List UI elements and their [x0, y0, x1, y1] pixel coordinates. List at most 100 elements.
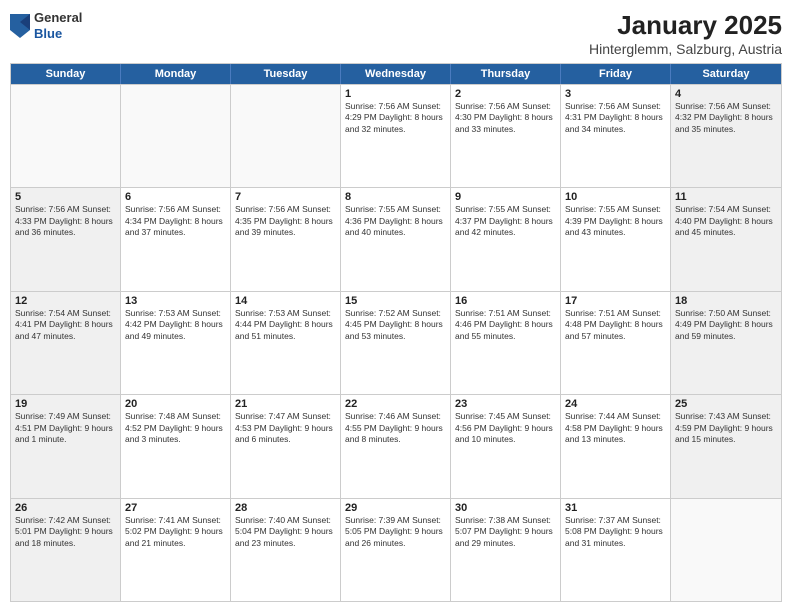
calendar-cell: 5Sunrise: 7:56 AM Sunset: 4:33 PM Daylig… — [11, 188, 121, 290]
day-info: Sunrise: 7:41 AM Sunset: 5:02 PM Dayligh… — [125, 515, 226, 549]
calendar-cell: 25Sunrise: 7:43 AM Sunset: 4:59 PM Dayli… — [671, 395, 781, 497]
logo-text: General Blue — [34, 10, 82, 41]
calendar-cell: 1Sunrise: 7:56 AM Sunset: 4:29 PM Daylig… — [341, 85, 451, 187]
day-number: 15 — [345, 295, 446, 307]
day-number: 11 — [675, 191, 777, 203]
calendar-cell: 14Sunrise: 7:53 AM Sunset: 4:44 PM Dayli… — [231, 292, 341, 394]
day-number: 8 — [345, 191, 446, 203]
header: General Blue January 2025 Hinterglemm, S… — [10, 10, 782, 57]
day-number: 31 — [565, 502, 666, 514]
logo: General Blue — [10, 10, 82, 41]
title-block: January 2025 Hinterglemm, Salzburg, Aust… — [589, 10, 782, 57]
calendar-cell: 9Sunrise: 7:55 AM Sunset: 4:37 PM Daylig… — [451, 188, 561, 290]
day-info: Sunrise: 7:49 AM Sunset: 4:51 PM Dayligh… — [15, 411, 116, 445]
day-number: 2 — [455, 88, 556, 100]
calendar-subtitle: Hinterglemm, Salzburg, Austria — [589, 41, 782, 57]
day-info: Sunrise: 7:37 AM Sunset: 5:08 PM Dayligh… — [565, 515, 666, 549]
calendar-cell: 22Sunrise: 7:46 AM Sunset: 4:55 PM Dayli… — [341, 395, 451, 497]
day-info: Sunrise: 7:50 AM Sunset: 4:49 PM Dayligh… — [675, 308, 777, 342]
day-number: 16 — [455, 295, 556, 307]
day-info: Sunrise: 7:56 AM Sunset: 4:34 PM Dayligh… — [125, 204, 226, 238]
day-number: 19 — [15, 398, 116, 410]
calendar-cell — [121, 85, 231, 187]
day-info: Sunrise: 7:54 AM Sunset: 4:41 PM Dayligh… — [15, 308, 116, 342]
calendar-cell: 11Sunrise: 7:54 AM Sunset: 4:40 PM Dayli… — [671, 188, 781, 290]
day-number: 13 — [125, 295, 226, 307]
logo-icon — [10, 14, 30, 38]
day-number: 18 — [675, 295, 777, 307]
day-info: Sunrise: 7:55 AM Sunset: 4:39 PM Dayligh… — [565, 204, 666, 238]
calendar-cell: 16Sunrise: 7:51 AM Sunset: 4:46 PM Dayli… — [451, 292, 561, 394]
day-number: 23 — [455, 398, 556, 410]
calendar-header-monday: Monday — [121, 64, 231, 84]
day-info: Sunrise: 7:45 AM Sunset: 4:56 PM Dayligh… — [455, 411, 556, 445]
calendar-week-2: 5Sunrise: 7:56 AM Sunset: 4:33 PM Daylig… — [11, 187, 781, 290]
calendar-header-sunday: Sunday — [11, 64, 121, 84]
day-number: 25 — [675, 398, 777, 410]
calendar-cell — [11, 85, 121, 187]
calendar-header-thursday: Thursday — [451, 64, 561, 84]
calendar-cell: 27Sunrise: 7:41 AM Sunset: 5:02 PM Dayli… — [121, 499, 231, 601]
day-info: Sunrise: 7:56 AM Sunset: 4:32 PM Dayligh… — [675, 101, 777, 135]
calendar-week-3: 12Sunrise: 7:54 AM Sunset: 4:41 PM Dayli… — [11, 291, 781, 394]
day-number: 24 — [565, 398, 666, 410]
day-number: 17 — [565, 295, 666, 307]
day-number: 12 — [15, 295, 116, 307]
day-number: 28 — [235, 502, 336, 514]
calendar-cell: 26Sunrise: 7:42 AM Sunset: 5:01 PM Dayli… — [11, 499, 121, 601]
day-info: Sunrise: 7:39 AM Sunset: 5:05 PM Dayligh… — [345, 515, 446, 549]
day-number: 29 — [345, 502, 446, 514]
day-info: Sunrise: 7:47 AM Sunset: 4:53 PM Dayligh… — [235, 411, 336, 445]
calendar-cell — [671, 499, 781, 601]
calendar-week-5: 26Sunrise: 7:42 AM Sunset: 5:01 PM Dayli… — [11, 498, 781, 601]
day-info: Sunrise: 7:56 AM Sunset: 4:31 PM Dayligh… — [565, 101, 666, 135]
calendar-cell: 24Sunrise: 7:44 AM Sunset: 4:58 PM Dayli… — [561, 395, 671, 497]
calendar-week-4: 19Sunrise: 7:49 AM Sunset: 4:51 PM Dayli… — [11, 394, 781, 497]
logo-general-text: General — [34, 10, 82, 26]
day-number: 6 — [125, 191, 226, 203]
day-number: 1 — [345, 88, 446, 100]
calendar-cell: 6Sunrise: 7:56 AM Sunset: 4:34 PM Daylig… — [121, 188, 231, 290]
calendar-cell: 19Sunrise: 7:49 AM Sunset: 4:51 PM Dayli… — [11, 395, 121, 497]
calendar-cell: 28Sunrise: 7:40 AM Sunset: 5:04 PM Dayli… — [231, 499, 341, 601]
day-info: Sunrise: 7:46 AM Sunset: 4:55 PM Dayligh… — [345, 411, 446, 445]
calendar: SundayMondayTuesdayWednesdayThursdayFrid… — [10, 63, 782, 602]
day-info: Sunrise: 7:55 AM Sunset: 4:37 PM Dayligh… — [455, 204, 556, 238]
calendar-cell: 7Sunrise: 7:56 AM Sunset: 4:35 PM Daylig… — [231, 188, 341, 290]
day-number: 30 — [455, 502, 556, 514]
logo-blue-text: Blue — [34, 26, 82, 42]
calendar-week-1: 1Sunrise: 7:56 AM Sunset: 4:29 PM Daylig… — [11, 84, 781, 187]
calendar-cell: 4Sunrise: 7:56 AM Sunset: 4:32 PM Daylig… — [671, 85, 781, 187]
day-number: 27 — [125, 502, 226, 514]
calendar-cell: 8Sunrise: 7:55 AM Sunset: 4:36 PM Daylig… — [341, 188, 451, 290]
day-info: Sunrise: 7:56 AM Sunset: 4:30 PM Dayligh… — [455, 101, 556, 135]
day-info: Sunrise: 7:54 AM Sunset: 4:40 PM Dayligh… — [675, 204, 777, 238]
calendar-cell: 10Sunrise: 7:55 AM Sunset: 4:39 PM Dayli… — [561, 188, 671, 290]
calendar-body: 1Sunrise: 7:56 AM Sunset: 4:29 PM Daylig… — [11, 84, 781, 601]
day-info: Sunrise: 7:52 AM Sunset: 4:45 PM Dayligh… — [345, 308, 446, 342]
day-number: 3 — [565, 88, 666, 100]
day-info: Sunrise: 7:44 AM Sunset: 4:58 PM Dayligh… — [565, 411, 666, 445]
day-number: 9 — [455, 191, 556, 203]
calendar-cell: 18Sunrise: 7:50 AM Sunset: 4:49 PM Dayli… — [671, 292, 781, 394]
calendar-cell: 13Sunrise: 7:53 AM Sunset: 4:42 PM Dayli… — [121, 292, 231, 394]
day-info: Sunrise: 7:56 AM Sunset: 4:35 PM Dayligh… — [235, 204, 336, 238]
calendar-cell: 23Sunrise: 7:45 AM Sunset: 4:56 PM Dayli… — [451, 395, 561, 497]
calendar-cell: 29Sunrise: 7:39 AM Sunset: 5:05 PM Dayli… — [341, 499, 451, 601]
day-number: 20 — [125, 398, 226, 410]
day-info: Sunrise: 7:56 AM Sunset: 4:29 PM Dayligh… — [345, 101, 446, 135]
day-number: 5 — [15, 191, 116, 203]
day-info: Sunrise: 7:53 AM Sunset: 4:42 PM Dayligh… — [125, 308, 226, 342]
day-info: Sunrise: 7:38 AM Sunset: 5:07 PM Dayligh… — [455, 515, 556, 549]
calendar-cell: 3Sunrise: 7:56 AM Sunset: 4:31 PM Daylig… — [561, 85, 671, 187]
calendar-cell: 2Sunrise: 7:56 AM Sunset: 4:30 PM Daylig… — [451, 85, 561, 187]
calendar-cell: 15Sunrise: 7:52 AM Sunset: 4:45 PM Dayli… — [341, 292, 451, 394]
page: General Blue January 2025 Hinterglemm, S… — [0, 0, 792, 612]
day-info: Sunrise: 7:56 AM Sunset: 4:33 PM Dayligh… — [15, 204, 116, 238]
day-number: 10 — [565, 191, 666, 203]
calendar-cell: 20Sunrise: 7:48 AM Sunset: 4:52 PM Dayli… — [121, 395, 231, 497]
day-number: 21 — [235, 398, 336, 410]
day-info: Sunrise: 7:43 AM Sunset: 4:59 PM Dayligh… — [675, 411, 777, 445]
day-number: 22 — [345, 398, 446, 410]
day-info: Sunrise: 7:51 AM Sunset: 4:46 PM Dayligh… — [455, 308, 556, 342]
